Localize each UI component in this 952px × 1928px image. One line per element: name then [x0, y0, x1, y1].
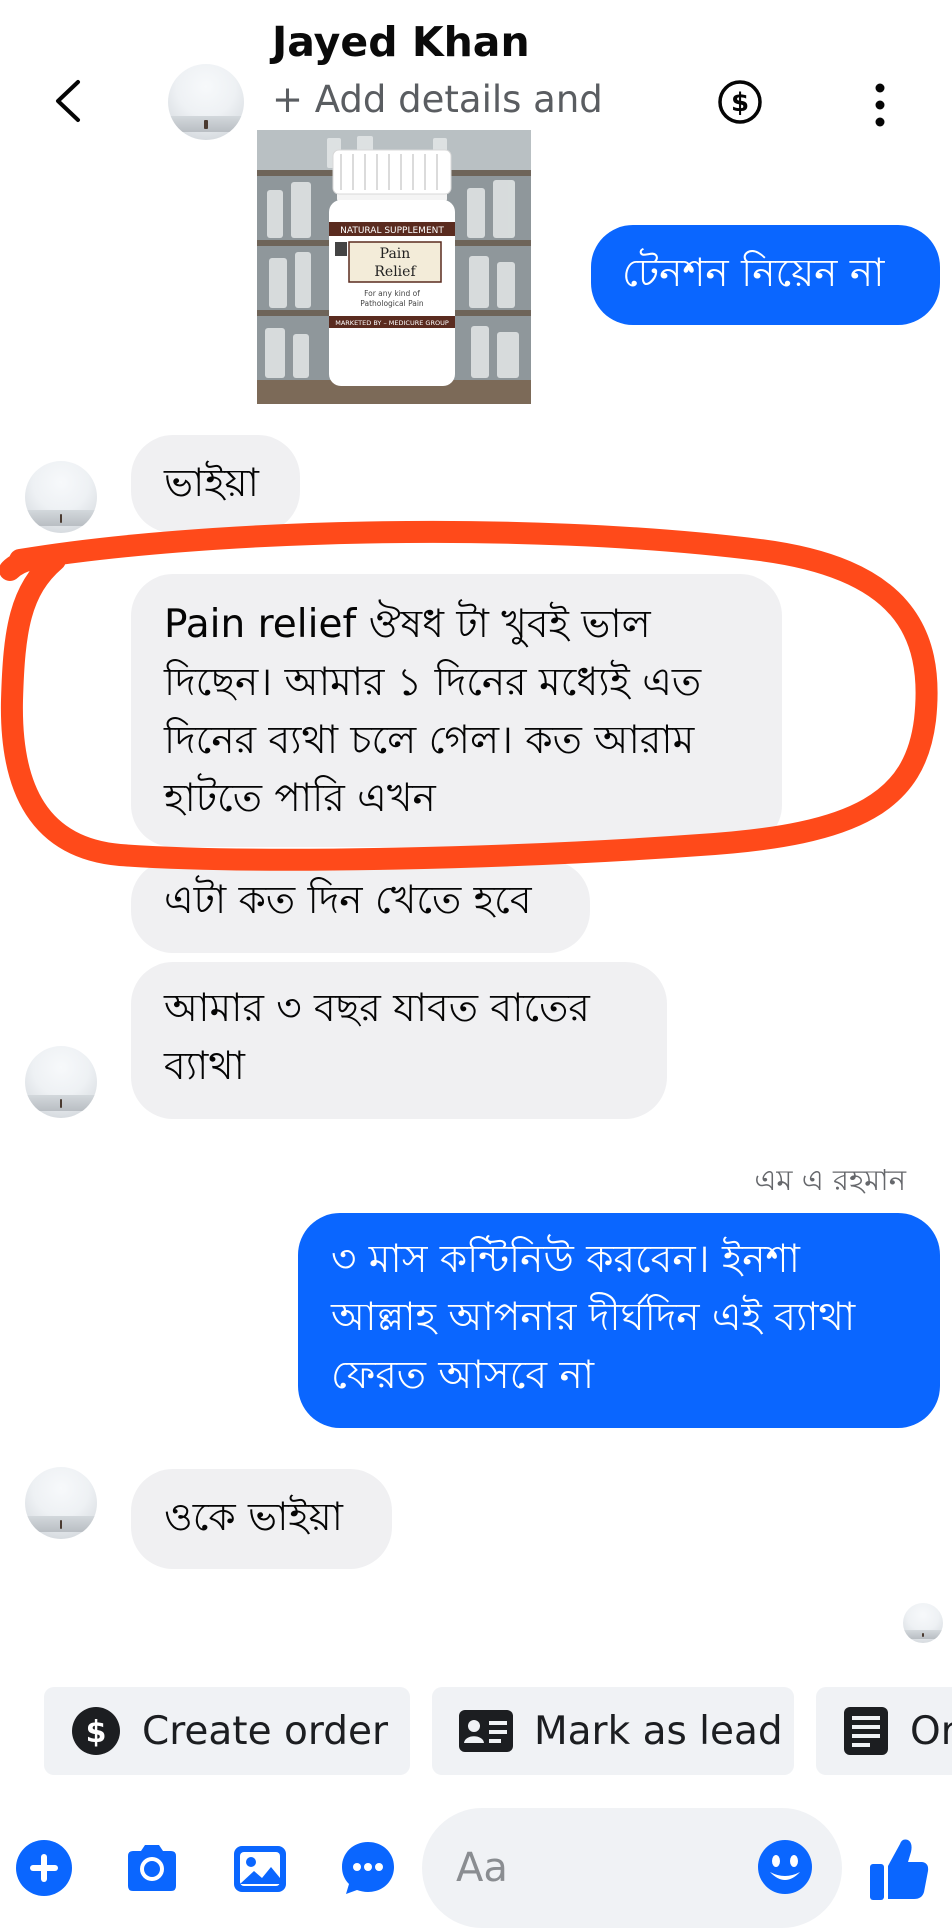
camera-icon[interactable]: [122, 1838, 182, 1898]
create-order-label: Create order: [142, 1708, 388, 1754]
message-bubble-outgoing[interactable]: টেনশন নিয়েন না: [591, 225, 940, 325]
mark-as-lead-label: Mark as lead: [534, 1708, 783, 1754]
mark-as-lead-button[interactable]: Mark as lead: [432, 1687, 794, 1775]
message-bubble-outgoing[interactable]: ৩ মাস কন্টিনিউ করবেন। ইনশা আল্লাহ আপনার …: [298, 1213, 940, 1428]
label-desc-line2: Pathological Pain: [360, 299, 424, 308]
like-icon[interactable]: [868, 1836, 930, 1902]
highlight-annotation: [0, 520, 938, 871]
svg-text:$: $: [731, 88, 749, 118]
orders-button[interactable]: Or: [816, 1687, 952, 1775]
message-bubble-incoming[interactable]: ওকে ভাইয়া: [131, 1469, 392, 1569]
dollar-circle-icon: $: [72, 1707, 120, 1755]
label-top-text: NATURAL SUPPLEMENT: [340, 226, 444, 236]
add-icon[interactable]: [14, 1838, 74, 1898]
back-icon[interactable]: [48, 76, 88, 126]
sender-avatar[interactable]: [25, 1467, 97, 1539]
orders-label: Or: [910, 1708, 952, 1754]
gallery-icon[interactable]: [230, 1838, 290, 1898]
message-bubble-incoming[interactable]: আমার ৩ বছর যাবত বাতের ব্যাথা: [131, 962, 667, 1119]
avatar[interactable]: [168, 64, 244, 140]
contact-name[interactable]: Jayed Khan: [272, 18, 530, 66]
message-bubble-incoming[interactable]: ভাইয়া: [131, 435, 300, 533]
svg-text:$: $: [86, 1715, 107, 1750]
label-name-line2: Relief: [374, 264, 417, 280]
product-photo[interactable]: NATURAL SUPPLEMENT Pain Relief For any k…: [257, 130, 531, 404]
create-order-button[interactable]: $ Create order: [44, 1687, 410, 1775]
sender-name: এম এ রহমান: [754, 1163, 906, 1197]
seen-indicator-avatar: [903, 1603, 943, 1643]
document-list-icon: [844, 1707, 888, 1755]
sender-avatar[interactable]: [25, 1046, 97, 1118]
dollar-circle-icon[interactable]: $: [716, 78, 764, 126]
add-details-link[interactable]: + Add details and: [272, 78, 612, 121]
emoji-icon[interactable]: [756, 1838, 814, 1896]
label-bottom-text: MARKETED BY – MEDICURE GROUP: [335, 319, 449, 327]
label-desc-line1: For any kind of: [364, 289, 420, 298]
chat-bubble-icon[interactable]: [338, 1838, 398, 1898]
more-vertical-icon[interactable]: [862, 80, 898, 130]
label-name-line1: Pain: [380, 246, 411, 262]
contact-card-icon: [459, 1710, 513, 1752]
message-input[interactable]: [454, 1834, 758, 1902]
